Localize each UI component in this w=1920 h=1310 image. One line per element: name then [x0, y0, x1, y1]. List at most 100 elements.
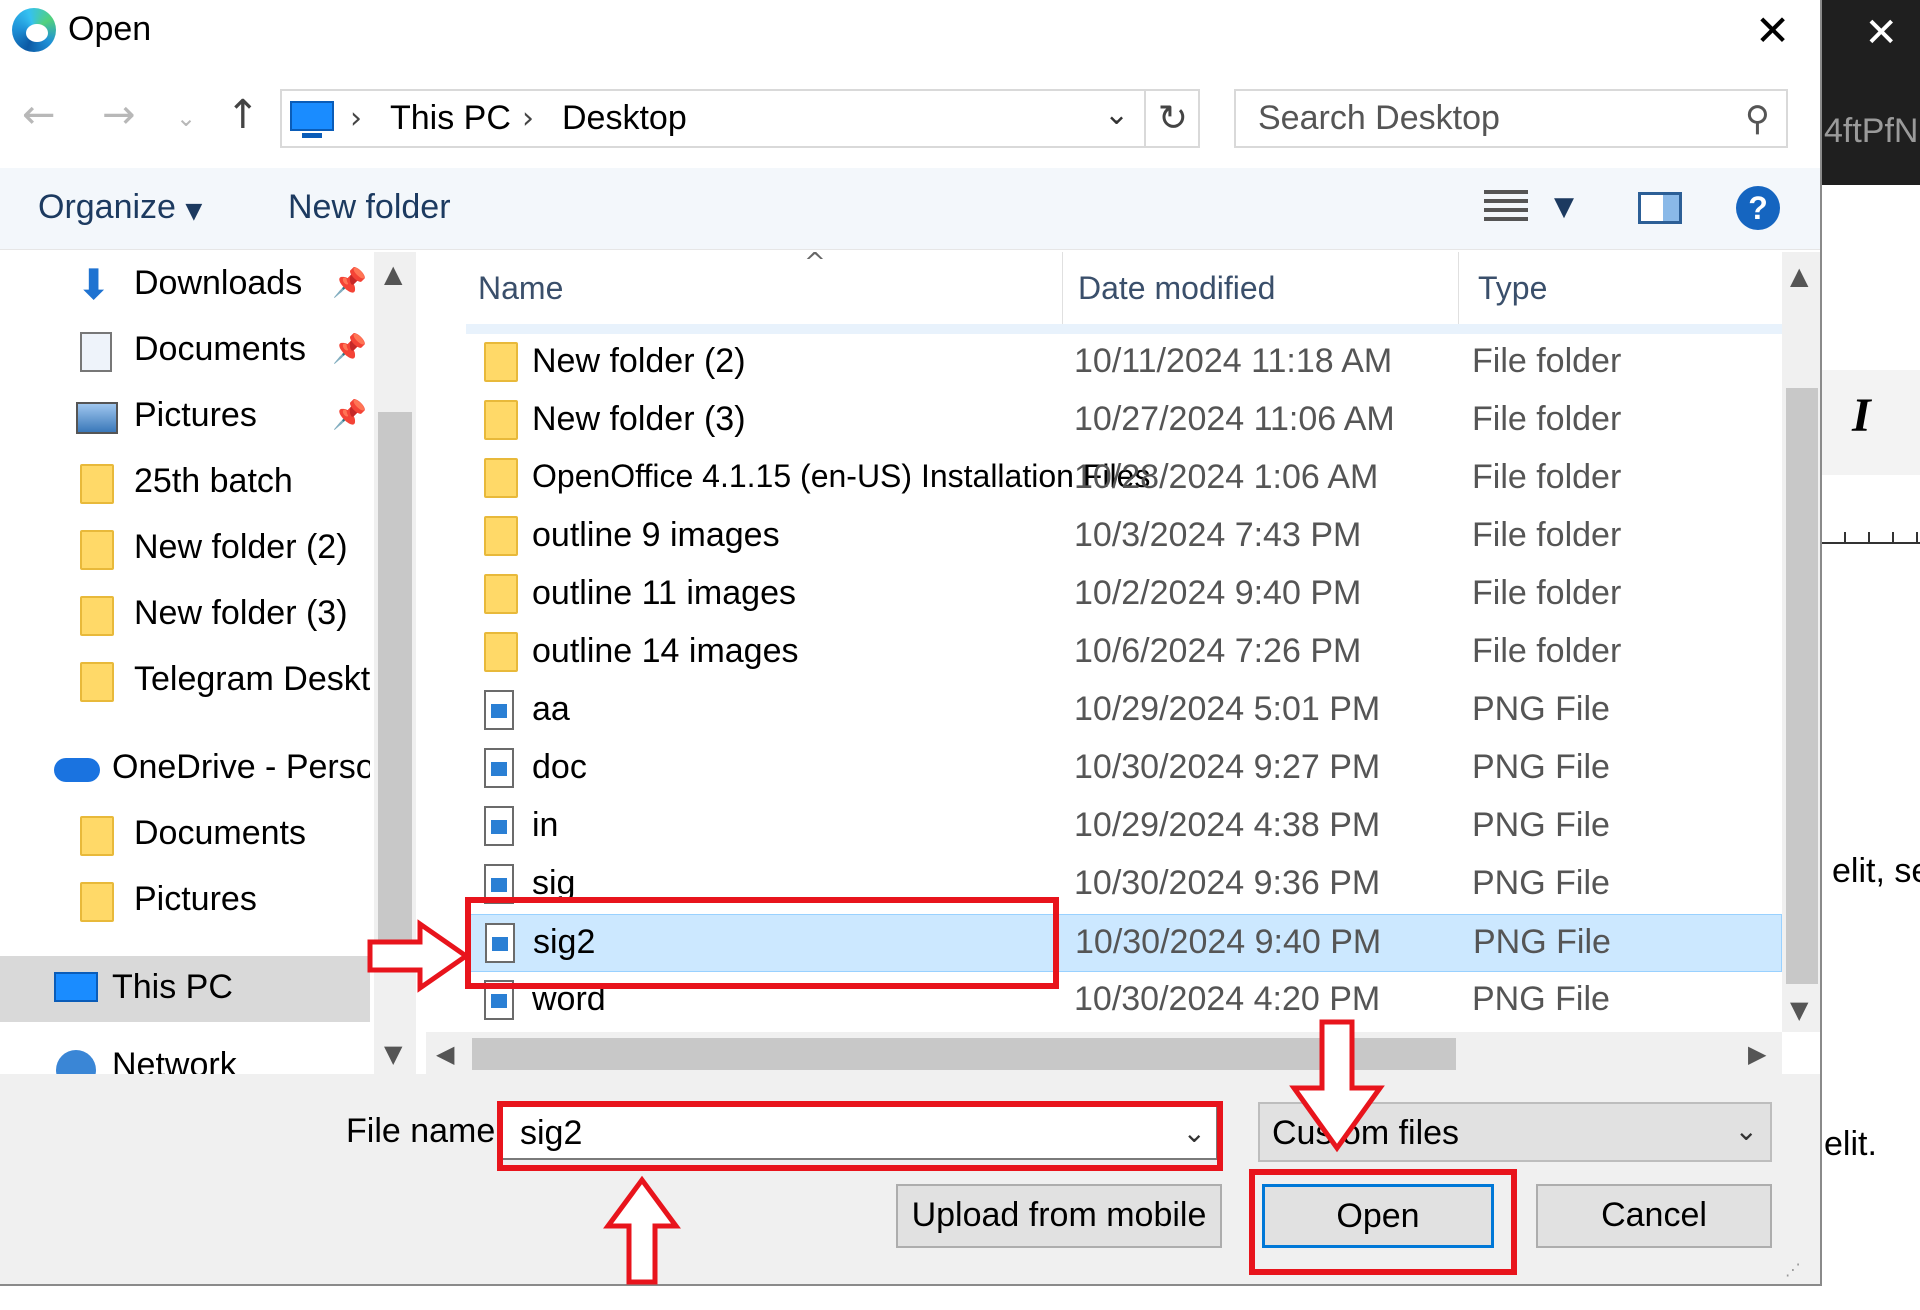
column-divider[interactable] [1062, 252, 1063, 324]
file-row[interactable]: New folder (3) 10/27/2024 11:06 AM File … [466, 392, 1782, 450]
file-row[interactable]: New folder (2) 10/11/2024 11:18 AM File … [466, 334, 1782, 392]
breadcrumb-chevron-icon[interactable]: › [522, 101, 534, 136]
breadcrumb-chevron-icon[interactable]: › [350, 101, 362, 136]
search-input[interactable]: Search Desktop ⚲ [1234, 89, 1788, 148]
onedrive-cloud-icon [54, 758, 100, 782]
nav-item-onedrive-pictures[interactable]: Pictures [0, 868, 370, 934]
nav-item-25th-batch[interactable]: 25th batch [0, 450, 370, 516]
breadcrumb-this-pc[interactable]: This PC [390, 99, 511, 138]
upload-from-mobile-button[interactable]: Upload from mobile [896, 1184, 1222, 1248]
breadcrumb-desktop[interactable]: Desktop [562, 99, 687, 138]
file-name: outline 9 images [532, 516, 780, 554]
new-folder-button[interactable]: New folder [288, 188, 451, 227]
file-type: File folder [1472, 458, 1622, 496]
pin-icon[interactable]: 📌 [332, 398, 367, 431]
scrollbar-thumb[interactable] [472, 1038, 1456, 1070]
sort-ascending-caret-icon: ^ [804, 248, 826, 278]
file-row[interactable]: word 10/30/2024 4:20 PM PNG File [466, 972, 1782, 1030]
file-type: PNG File [1472, 748, 1610, 786]
column-header-name[interactable]: Name [478, 270, 563, 307]
file-date: 10/3/2024 7:43 PM [1074, 516, 1362, 554]
address-bar[interactable]: › This PC › Desktop ⌄ ↻ [280, 89, 1200, 148]
file-row[interactable]: sig 10/30/2024 9:36 PM PNG File [466, 856, 1782, 914]
up-arrow-icon[interactable]: ↑ [226, 92, 260, 138]
search-icon[interactable]: ⚲ [1745, 99, 1770, 139]
file-name-input[interactable]: sig2 ⌄ [498, 1104, 1218, 1160]
documents-icon [80, 332, 112, 372]
file-type: File folder [1472, 516, 1622, 554]
back-arrow-icon[interactable]: ← [22, 92, 56, 138]
scroll-up-arrow-icon[interactable]: ▲ [1790, 262, 1808, 290]
column-header-type[interactable]: Type [1478, 270, 1547, 307]
recent-locations-chevron-icon[interactable]: ⌄ [176, 104, 196, 132]
dropdown-triangle-icon: ▼ [185, 199, 203, 224]
resize-grip-icon[interactable]: ⋰ [1785, 1260, 1802, 1280]
folder-icon [484, 516, 518, 556]
scroll-down-arrow-icon[interactable]: ▼ [384, 1040, 402, 1068]
open-file-dialog: Open ✕ ← → ⌄ ↑ › This PC › Desktop ⌄ ↻ S… [0, 0, 1822, 1286]
file-date: 10/27/2024 11:06 AM [1074, 400, 1395, 438]
nav-pane-scrollbar[interactable]: ▲ ▼ [374, 252, 416, 1074]
cancel-button[interactable]: Cancel [1536, 1184, 1772, 1248]
background-close-icon[interactable]: ✕ [1864, 10, 1898, 56]
folder-icon [484, 342, 518, 382]
column-header-date-modified[interactable]: Date modified [1078, 270, 1275, 307]
refresh-icon[interactable]: ↻ [1144, 91, 1200, 146]
background-ruler [1822, 530, 1920, 544]
nav-item-telegram-desktop[interactable]: Telegram Deskto [0, 648, 370, 714]
help-icon[interactable]: ? [1736, 186, 1780, 230]
close-icon[interactable]: ✕ [1755, 6, 1790, 55]
scrollbar-thumb[interactable] [1786, 388, 1818, 984]
details-view-icon[interactable] [1484, 190, 1528, 222]
file-date: 10/29/2024 5:01 PM [1074, 690, 1381, 728]
scroll-right-arrow-icon[interactable]: ▶ [1748, 1040, 1766, 1068]
italic-button[interactable]: I [1852, 388, 1871, 443]
file-row[interactable]: aa 10/29/2024 5:01 PM PNG File [466, 682, 1782, 740]
nav-item-downloads[interactable]: ⬇ Downloads 📌 [0, 252, 370, 318]
pin-icon[interactable]: 📌 [332, 266, 367, 299]
file-name: sig [532, 864, 576, 902]
file-name-dropdown-chevron-icon[interactable]: ⌄ [1183, 1116, 1206, 1149]
file-row[interactable]: outline 14 images 10/6/2024 7:26 PM File… [466, 624, 1782, 682]
file-type: File folder [1472, 574, 1622, 612]
file-row[interactable]: outline 11 images 10/2/2024 9:40 PM File… [466, 566, 1782, 624]
file-row-selected[interactable]: sig2 10/30/2024 9:40 PM PNG File [466, 914, 1782, 972]
file-type: PNG File [1473, 923, 1611, 961]
file-date: 10/6/2024 7:26 PM [1074, 632, 1362, 670]
nav-item-network[interactable]: Network [0, 1030, 370, 1074]
nav-item-new-folder-3[interactable]: New folder (3) [0, 582, 370, 648]
this-pc-icon [290, 101, 334, 138]
organize-menu-button[interactable]: Organize ▼ [38, 188, 202, 227]
nav-item-this-pc[interactable]: This PC [0, 956, 370, 1022]
nav-item-pictures[interactable]: Pictures 📌 [0, 384, 370, 450]
file-type: File folder [1472, 342, 1622, 380]
file-row[interactable]: outline 9 images 10/3/2024 7:43 PM File … [466, 508, 1782, 566]
file-row[interactable]: OpenOffice 4.1.15 (en-US) Installation F… [466, 450, 1782, 508]
scrollbar-thumb[interactable] [378, 412, 412, 952]
nav-item-new-folder-2[interactable]: New folder (2) [0, 516, 370, 582]
scroll-down-arrow-icon[interactable]: ▼ [1790, 996, 1808, 1024]
preview-pane-icon[interactable] [1638, 192, 1682, 224]
nav-item-onedrive[interactable]: OneDrive - Persor [0, 736, 370, 802]
view-options-dropdown-icon[interactable]: ▼ [1554, 192, 1574, 222]
dialog-title: Open [68, 10, 152, 48]
nav-item-documents[interactable]: Documents 📌 [0, 318, 370, 384]
file-row[interactable]: in 10/29/2024 4:38 PM PNG File [466, 798, 1782, 856]
pin-icon[interactable]: 📌 [332, 332, 367, 365]
column-divider[interactable] [1458, 252, 1459, 324]
scroll-left-arrow-icon[interactable]: ◀ [436, 1040, 454, 1068]
file-type-dropdown-chevron-icon[interactable]: ⌄ [1735, 1114, 1758, 1147]
open-button[interactable]: Open [1262, 1184, 1494, 1248]
png-file-icon [484, 806, 514, 846]
nav-item-label: New folder (2) [134, 528, 348, 566]
address-dropdown-chevron-icon[interactable]: ⌄ [1104, 97, 1129, 132]
dialog-footer: File name: sig2 ⌄ Custom files ⌄ Upload … [0, 1074, 1820, 1284]
file-list-horizontal-scrollbar[interactable]: ◀ ▶ [426, 1032, 1782, 1076]
scroll-up-arrow-icon[interactable]: ▲ [384, 260, 402, 288]
nav-item-onedrive-documents[interactable]: Documents [0, 802, 370, 868]
file-list-vertical-scrollbar[interactable]: ▲ ▼ [1782, 252, 1820, 1032]
file-row[interactable]: doc 10/30/2024 9:27 PM PNG File [466, 740, 1782, 798]
file-type-select[interactable]: Custom files ⌄ [1258, 1102, 1772, 1162]
forward-arrow-icon[interactable]: → [102, 92, 136, 138]
file-name: New folder (2) [532, 342, 746, 380]
